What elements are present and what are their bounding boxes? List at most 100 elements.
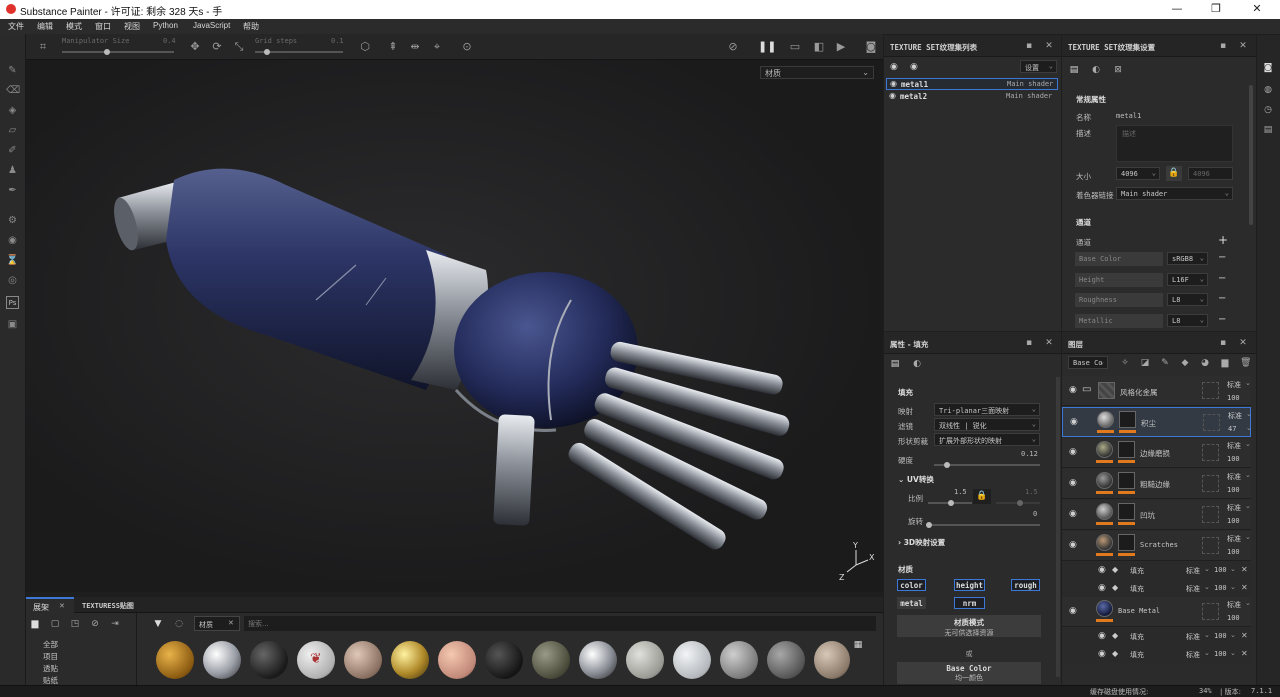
mask-slot[interactable] — [1202, 444, 1219, 461]
paint-brush-icon[interactable]: ✎ — [6, 64, 19, 77]
reset-icon[interactable]: ⊙ — [460, 40, 474, 54]
material-ball[interactable] — [250, 641, 288, 679]
properties-scrollbar[interactable] — [1056, 377, 1060, 677]
pin-icon[interactable]: ▪ — [1024, 338, 1034, 348]
smudge-icon[interactable]: ✐ — [6, 144, 19, 157]
color-picker-icon[interactable]: ✒ — [6, 184, 19, 197]
tab-textures[interactable]: TEXTURESS贴图 — [82, 601, 134, 611]
material-ball[interactable] — [344, 641, 382, 679]
cube-icon[interactable]: ⬡ — [358, 40, 372, 54]
layer-blend-mode[interactable]: 标准 — [1227, 380, 1241, 390]
shape-crop-dropdown[interactable]: 扩展外部形状的映射 ⌄ — [934, 433, 1040, 446]
material-ball[interactable] — [626, 641, 664, 679]
effect-opacity[interactable]: 100 — [1214, 650, 1227, 658]
layer-row-dust[interactable]: ◉ 积尘 标准 ⌄ 47 ⌄ — [1062, 407, 1252, 437]
filter-tag[interactable]: 材质 ✕ — [194, 616, 240, 631]
layer-row-edge-wear[interactable]: ◉ 边缘磨损 标准 ⌄ 100 — [1062, 438, 1251, 468]
photoshop-export-icon[interactable]: Ps — [6, 296, 19, 309]
effect-opacity[interactable]: 100 — [1214, 584, 1227, 592]
remove-channel-icon[interactable]: − — [1218, 252, 1226, 263]
filter-dropdown[interactable]: 双线性 | 锐化 ⌄ — [934, 418, 1040, 431]
material-ball[interactable] — [156, 641, 194, 679]
menu-javascript[interactable]: JavaScript — [193, 21, 230, 30]
layer-opacity[interactable]: 100 — [1227, 548, 1240, 556]
size-lock-icon[interactable]: 🔒 — [1166, 166, 1182, 181]
layer-channel-dropdown[interactable]: Base Co ⌄ — [1068, 356, 1108, 369]
add-fill-layer-icon[interactable]: ◆ — [1180, 358, 1190, 368]
align-icon[interactable]: ⇞ — [386, 40, 400, 54]
add-channel-icon[interactable]: + — [1218, 233, 1228, 247]
category-project[interactable]: 项目 — [43, 651, 58, 662]
effect-opacity[interactable]: 100 — [1214, 566, 1227, 574]
effect-blend-mode[interactable]: 标准 — [1186, 566, 1200, 576]
eye-icon[interactable]: ◉ — [889, 91, 896, 100]
rotate-slider[interactable] — [928, 524, 1040, 526]
layer-row-base-metal[interactable]: ◉ Base Metal 标准 ⌄ 100 — [1062, 597, 1251, 627]
rotate-icon[interactable]: ⟳ — [210, 40, 224, 54]
base-color-button[interactable]: Base Color 均一颜色 — [897, 662, 1041, 684]
grid-view-icon[interactable]: ▦ — [853, 640, 863, 650]
mask-slot[interactable] — [1202, 506, 1219, 523]
layer-mask-thumbnail[interactable] — [1118, 503, 1135, 520]
menu-mode[interactable]: 模式 — [66, 21, 82, 32]
delete-effect-icon[interactable]: ✕ — [1241, 631, 1248, 640]
new-file-icon[interactable]: ▢ — [50, 619, 60, 629]
delete-effect-icon[interactable]: ✕ — [1241, 583, 1248, 592]
layer-blend-mode[interactable]: 标准 — [1227, 503, 1241, 513]
eye-icon[interactable]: ◉ — [1098, 583, 1106, 593]
eye-icon[interactable]: ◉ — [910, 62, 918, 72]
grid-steps-knob[interactable] — [264, 49, 270, 55]
layer-opacity[interactable]: 100 — [1227, 455, 1240, 463]
layer-opacity[interactable]: 100 — [1227, 517, 1240, 525]
material-ball[interactable] — [532, 641, 570, 679]
eye-icon[interactable]: ◉ — [890, 62, 898, 72]
symmetry-icon[interactable]: ⇹ — [408, 40, 422, 54]
material-ball[interactable] — [767, 641, 805, 679]
rotate-knob[interactable] — [926, 522, 932, 528]
snap-icon[interactable]: ⌖ — [430, 40, 444, 54]
channel-format-dropdown[interactable]: L16F ⌄ — [1167, 273, 1208, 286]
scale-knob[interactable] — [948, 500, 954, 506]
move-icon[interactable]: ✥ — [188, 40, 202, 54]
delete-effect-icon[interactable]: ✕ — [1241, 649, 1248, 658]
bake-icon[interactable]: ◉ — [6, 234, 19, 247]
layer-blend-mode[interactable]: 标准 — [1227, 441, 1241, 451]
layer-opacity[interactable]: 100 — [1227, 486, 1240, 494]
close-icon[interactable]: ✕ — [1238, 338, 1248, 348]
log-icon[interactable]: ▤ — [1263, 125, 1273, 135]
menu-python[interactable]: Python — [153, 21, 178, 30]
add-paint-layer-icon[interactable]: ✎ — [1160, 358, 1170, 368]
history-icon[interactable]: ◷ — [1263, 105, 1273, 115]
effect-row[interactable]: ◉ ◆ 填充 标准 ⌄ 100 ⌄ ✕ — [1062, 562, 1251, 579]
projection-icon[interactable]: ◈ — [6, 104, 19, 117]
remove-channel-icon[interactable]: − — [1218, 293, 1226, 304]
delete-effect-icon[interactable]: ✕ — [1241, 565, 1248, 574]
mask-slot[interactable] — [1202, 475, 1219, 492]
mask-slot[interactable] — [1202, 603, 1219, 620]
channel-format-dropdown[interactable]: L8 ⌄ — [1167, 314, 1208, 327]
hide-icon[interactable]: ⊘ — [90, 619, 100, 629]
delete-layer-icon[interactable]: 🗑 — [1240, 358, 1251, 368]
chip-rough[interactable]: rough — [1011, 579, 1040, 591]
add-effect-icon[interactable]: ✧ — [1120, 358, 1130, 368]
chip-nrm[interactable]: nrm — [954, 597, 985, 609]
texture-set-settings-dropdown[interactable]: 设置 ⌄ — [1020, 60, 1057, 73]
screenshot-camera-icon[interactable]: ◙ — [864, 40, 878, 54]
pin-icon[interactable]: ▪ — [1024, 41, 1034, 51]
mask-slot[interactable] — [1202, 382, 1219, 399]
description-field[interactable]: 描述 — [1116, 125, 1233, 162]
projection-3d-section[interactable]: › 3D映射设置 — [898, 537, 945, 548]
pin-icon[interactable]: ▪ — [1218, 41, 1228, 51]
close-icon[interactable]: ✕ — [1238, 41, 1248, 51]
menu-window[interactable]: 窗口 — [95, 21, 111, 32]
layer-blend-mode[interactable]: 标准 — [1227, 472, 1241, 482]
effect-row[interactable]: ◉ ◆ 填充 标准 ⌄ 100 ⌄ ✕ — [1062, 628, 1251, 645]
render-icon[interactable]: ◎ — [6, 274, 19, 287]
effect-blend-mode[interactable]: 标准 — [1186, 632, 1200, 642]
layer-blend-mode[interactable]: 标准 — [1228, 411, 1242, 421]
tab-shelf[interactable]: 展架 ✕ — [26, 597, 74, 613]
mask-slot[interactable] — [1202, 537, 1219, 554]
3d-viewport[interactable]: 材质 ⌄ Y X Z — [26, 60, 883, 592]
layer-row-pits[interactable]: ◉ 凹坑 标准 ⌄ 100 — [1062, 500, 1251, 530]
close-icon[interactable]: ✕ — [1044, 41, 1054, 51]
